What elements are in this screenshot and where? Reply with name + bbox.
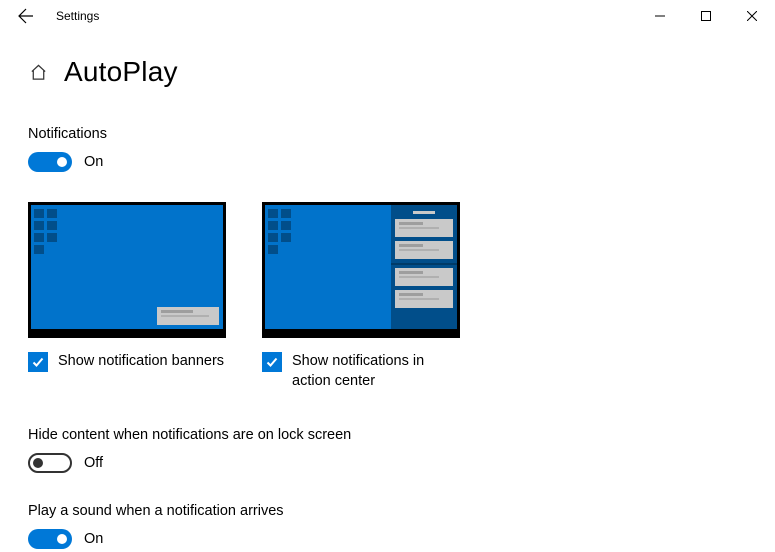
content-area: AutoPlay Notifications On	[0, 32, 775, 549]
notifications-label: Notifications	[28, 126, 747, 142]
check-icon	[265, 355, 279, 369]
banners-checkbox-label: Show notification banners	[58, 352, 224, 372]
arrow-left-icon	[18, 8, 34, 24]
hide-content-toggle-state: Off	[84, 455, 103, 471]
close-button[interactable]	[729, 0, 775, 32]
minimize-button[interactable]	[637, 0, 683, 32]
check-icon	[31, 355, 45, 369]
hide-content-toggle-row: Off	[28, 453, 747, 473]
preview-row: Show notification banners	[28, 202, 747, 391]
hide-content-toggle[interactable]	[28, 453, 72, 473]
close-icon	[747, 11, 757, 21]
notifications-toggle-state: On	[84, 154, 103, 170]
play-sound-toggle-row: On	[28, 529, 747, 549]
banner-preview	[28, 202, 226, 338]
window-controls	[637, 0, 775, 32]
home-icon[interactable]	[28, 62, 48, 82]
play-sound-toggle-state: On	[84, 531, 103, 547]
window-title: Settings	[56, 9, 99, 23]
action-center-checkbox[interactable]	[262, 352, 282, 372]
minimize-icon	[655, 11, 665, 21]
play-sound-toggle[interactable]	[28, 529, 72, 549]
maximize-icon	[701, 11, 711, 21]
page-header: AutoPlay	[28, 56, 747, 88]
page-title: AutoPlay	[64, 56, 178, 88]
notifications-toggle[interactable]	[28, 152, 72, 172]
notifications-toggle-row: On	[28, 152, 747, 172]
maximize-button[interactable]	[683, 0, 729, 32]
hide-content-label: Hide content when notifications are on l…	[28, 427, 747, 443]
back-button[interactable]	[6, 0, 46, 32]
action-center-preview	[262, 202, 460, 338]
play-sound-label: Play a sound when a notification arrives	[28, 503, 747, 519]
banners-checkbox[interactable]	[28, 352, 48, 372]
titlebar: Settings	[0, 0, 775, 32]
action-center-checkbox-label: Show notifications in action center	[292, 352, 460, 391]
